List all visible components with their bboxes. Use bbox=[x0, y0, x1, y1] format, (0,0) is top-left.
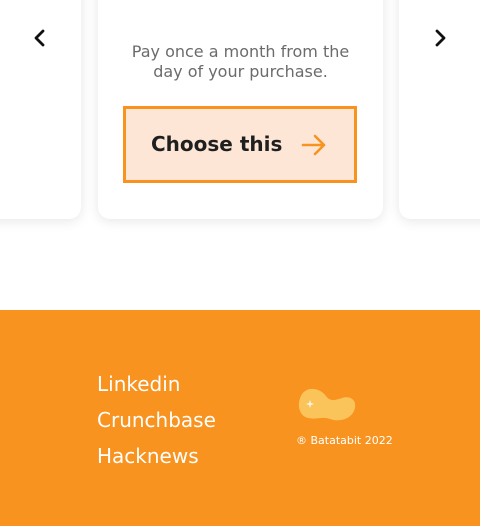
arrow-right-icon bbox=[301, 134, 326, 156]
plan-description-line2: day of your purchase. bbox=[153, 62, 328, 81]
choose-plan-label: Choose this bbox=[151, 132, 283, 156]
chevron-left-icon[interactable] bbox=[26, 24, 54, 52]
pricing-card: Pay once a month from the day of your pu… bbox=[98, 0, 383, 219]
footer-links: Linkedin Crunchbase Hacknews bbox=[97, 366, 216, 474]
plan-description-line1: Pay once a month from the bbox=[131, 42, 350, 61]
plan-description: Pay once a month from the day of your pu… bbox=[98, 42, 383, 82]
footer-link-hacknews[interactable]: Hacknews bbox=[97, 438, 216, 474]
copyright-text: ® Batatabit 2022 bbox=[296, 434, 393, 447]
site-footer: Linkedin Crunchbase Hacknews ® Batatabit… bbox=[0, 310, 480, 526]
batatabit-logo-icon bbox=[298, 388, 356, 421]
footer-link-crunchbase[interactable]: Crunchbase bbox=[97, 402, 216, 438]
chevron-right-icon[interactable] bbox=[426, 24, 454, 52]
footer-link-linkedin[interactable]: Linkedin bbox=[97, 366, 216, 402]
choose-plan-button[interactable]: Choose this bbox=[123, 106, 357, 183]
pricing-carousel: Pay once a month from the day of your pu… bbox=[0, 0, 480, 310]
